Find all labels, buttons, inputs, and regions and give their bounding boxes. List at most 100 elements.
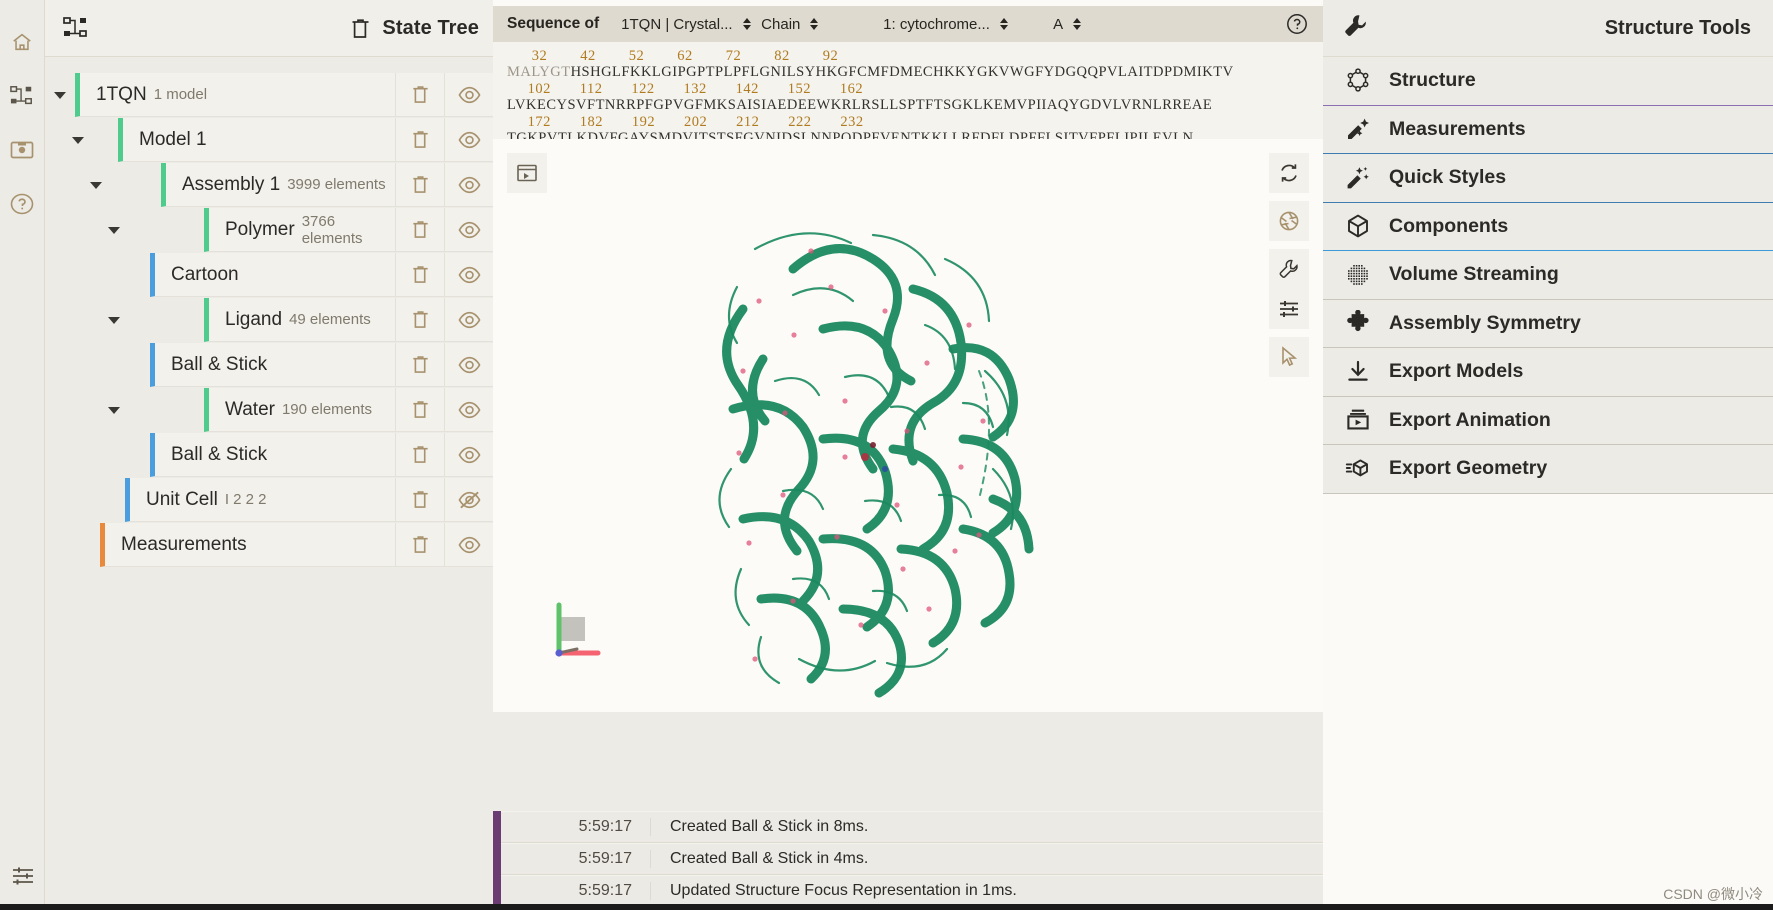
sequence-residues[interactable]: MALYGTHSHGLFKKLGIPGPTPLPFLGNILSYHKGFCMFD… xyxy=(507,64,1323,80)
tool-item-label: Quick Styles xyxy=(1389,166,1507,189)
eye-icon[interactable] xyxy=(444,252,493,297)
chain-select-value: Chain xyxy=(761,15,801,33)
eye-icon[interactable] xyxy=(444,387,493,432)
log-row: 5:59:17 Created Ball & Stick in 4ms. xyxy=(493,843,1323,875)
tree-node-actions xyxy=(395,387,493,432)
expand-toggle[interactable] xyxy=(99,406,129,414)
expand-toggle[interactable] xyxy=(81,181,111,189)
eye-icon[interactable] xyxy=(444,432,493,477)
tool-item-label: Export Geometry xyxy=(1389,457,1548,480)
trash-icon[interactable] xyxy=(395,162,444,207)
tool-item-assembly-symmetry[interactable]: Assembly Symmetry xyxy=(1323,299,1773,348)
tree-row[interactable]: Ball & Stick xyxy=(45,432,493,477)
tool-item-label: Export Animation xyxy=(1389,408,1551,431)
help-icon[interactable] xyxy=(6,188,38,220)
sequence-residues-unobserved: MALYGT xyxy=(507,64,571,80)
entry-select[interactable]: 1TQN | Crystal... xyxy=(621,16,761,33)
eye-off-icon[interactable] xyxy=(444,477,493,522)
tree-node[interactable]: Ligand 49 elements xyxy=(204,297,493,342)
expand-toggle[interactable] xyxy=(63,136,93,144)
settings-sliders-icon[interactable] xyxy=(7,860,39,892)
tree-row[interactable]: Unit Cell I 2 2 2 xyxy=(45,477,493,522)
tool-item-components[interactable]: Components xyxy=(1323,202,1773,251)
trash-icon[interactable] xyxy=(395,477,444,522)
tool-item-label: Assembly Symmetry xyxy=(1389,311,1581,334)
3d-viewport[interactable] xyxy=(493,139,1323,712)
tree-node[interactable]: Assembly 1 3999 elements xyxy=(161,162,493,207)
structure-tools-list: Structure Measurements Quick Styles Compone… xyxy=(1323,57,1773,494)
eye-icon[interactable] xyxy=(444,207,493,252)
tree-row[interactable]: Measurements xyxy=(45,522,493,567)
trash-icon[interactable] xyxy=(395,522,444,567)
tree-node-label: Polymer xyxy=(225,218,295,240)
eye-icon[interactable] xyxy=(444,117,493,162)
trash-icon[interactable] xyxy=(395,342,444,387)
log-panel[interactable]: 5:59:17 Created Ball & Stick in 8ms. 5:59:… xyxy=(493,712,1323,910)
home-icon[interactable] xyxy=(6,26,38,58)
tree-row[interactable]: Ball & Stick xyxy=(45,342,493,387)
tree-row[interactable]: Polymer 3766 elements xyxy=(45,207,493,252)
tree-node-label: Cartoon xyxy=(171,263,239,285)
tree-node[interactable]: 1TQN 1 model xyxy=(75,72,493,117)
tree-node[interactable]: Ball & Stick xyxy=(150,342,493,387)
question-circle-icon[interactable] xyxy=(1283,10,1311,38)
tree-node-actions xyxy=(395,162,493,207)
trash-icon[interactable] xyxy=(395,117,444,162)
state-tree-header-icon[interactable] xyxy=(63,17,89,39)
chevron-down-icon xyxy=(108,406,120,414)
tree-node-actions xyxy=(395,342,493,387)
tool-item-export-models[interactable]: Export Models xyxy=(1323,348,1773,397)
log-message: Created Ball & Stick in 4ms. xyxy=(670,850,869,867)
tree-row[interactable]: Assembly 1 3999 elements xyxy=(45,162,493,207)
tree-node-label: Assembly 1 xyxy=(182,173,281,195)
tree-row[interactable]: Cartoon xyxy=(45,252,493,297)
save-snapshot-icon[interactable] xyxy=(6,134,38,166)
expand-toggle[interactable] xyxy=(99,316,129,324)
eye-icon[interactable] xyxy=(444,72,493,117)
tree-node-actions xyxy=(395,522,493,567)
tree-node-actions xyxy=(395,477,493,522)
tree-node[interactable]: Unit Cell I 2 2 2 xyxy=(125,477,493,522)
tool-item-export-geometry[interactable]: Export Geometry xyxy=(1323,445,1773,494)
tool-item-structure[interactable]: Structure xyxy=(1323,57,1773,106)
chain-id-select[interactable]: A xyxy=(1053,16,1099,33)
trash-icon[interactable] xyxy=(395,387,444,432)
tool-item-label: Measurements xyxy=(1389,117,1526,140)
tree-node[interactable]: Ball & Stick xyxy=(150,432,493,477)
tool-item-measurements[interactable]: Measurements xyxy=(1323,105,1773,154)
sequence-residues[interactable]: LVKECYSVFTNRRPFGPVGFMKSAISIAEDEEWKRLRSLL… xyxy=(507,97,1323,113)
expand-toggle[interactable] xyxy=(45,91,75,99)
tool-item-label: Export Models xyxy=(1389,360,1524,383)
tree-node[interactable]: Model 1 xyxy=(118,117,493,162)
tree-node-subtitle: 3999 elements xyxy=(287,176,386,193)
tree-node[interactable]: Polymer 3766 elements xyxy=(204,207,493,252)
trash-icon[interactable] xyxy=(351,18,370,39)
state-tree-icon[interactable] xyxy=(6,80,38,112)
tree-row[interactable]: 1TQN 1 model xyxy=(45,72,493,117)
tree-node[interactable]: Cartoon xyxy=(150,252,493,297)
tree-node[interactable]: Measurements xyxy=(100,522,493,567)
eye-icon[interactable] xyxy=(444,297,493,342)
tool-item-quick-styles[interactable]: Quick Styles xyxy=(1323,154,1773,203)
expand-toggle[interactable] xyxy=(99,226,129,234)
chain-select[interactable]: Chain xyxy=(761,16,883,33)
trash-icon[interactable] xyxy=(395,252,444,297)
structure-icon xyxy=(1343,68,1373,94)
tree-row[interactable]: Ligand 49 elements xyxy=(45,297,493,342)
tool-item-export-animation[interactable]: Export Animation xyxy=(1323,396,1773,445)
trash-icon[interactable] xyxy=(395,297,444,342)
polymer-select[interactable]: 1: cytochrome... xyxy=(883,16,1053,33)
trash-icon[interactable] xyxy=(395,432,444,477)
eye-icon[interactable] xyxy=(444,162,493,207)
tree-row[interactable]: Model 1 xyxy=(45,117,493,162)
sequence-viewer[interactable]: 32 42 52 62 72 82 92 MALYGTHSHGLFKKLGIPGP… xyxy=(493,42,1323,145)
log-rows: 5:59:17 Created Ball & Stick in 8ms. 5:59:… xyxy=(493,811,1323,907)
eye-icon[interactable] xyxy=(444,342,493,387)
tree-node[interactable]: Water 190 elements xyxy=(204,387,493,432)
eye-icon[interactable] xyxy=(444,522,493,567)
log-message: Updated Structure Focus Representation i… xyxy=(670,882,1017,899)
trash-icon[interactable] xyxy=(395,72,444,117)
tree-row[interactable]: Water 190 elements xyxy=(45,387,493,432)
trash-icon[interactable] xyxy=(395,207,444,252)
tool-item-volume-streaming[interactable]: Volume Streaming xyxy=(1323,251,1773,300)
